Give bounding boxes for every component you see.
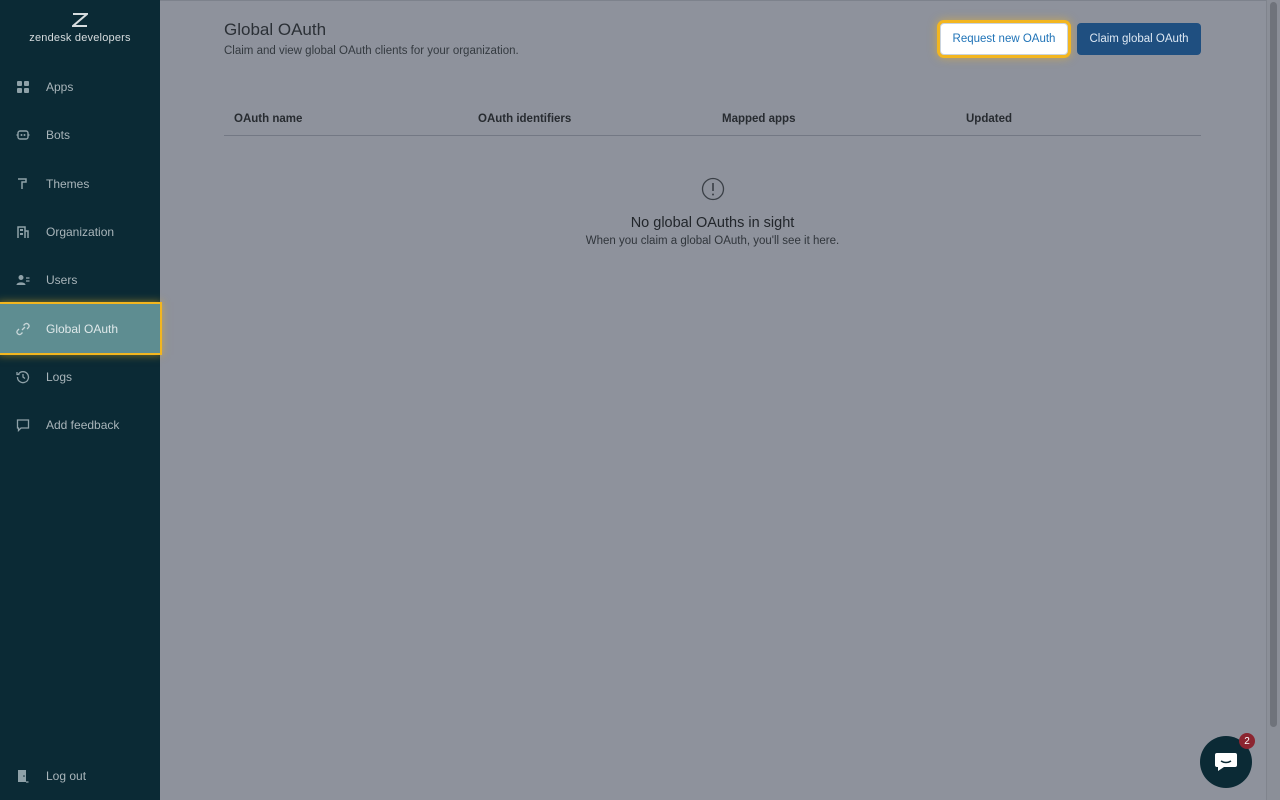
page-title: Global OAuth bbox=[224, 20, 327, 39]
column-header-oauth-name: OAuth name bbox=[234, 113, 303, 125]
sidebar-item-bots[interactable]: Bots bbox=[0, 111, 160, 159]
scrollbar-thumb[interactable] bbox=[1270, 2, 1277, 727]
chat-bubble-icon bbox=[1215, 753, 1237, 771]
sidebar: zendesk developers Apps Bots Themes Orga… bbox=[0, 0, 160, 800]
sidebar-item-label: Users bbox=[46, 273, 78, 288]
sidebar-item-themes[interactable]: Themes bbox=[0, 160, 160, 208]
sidebar-item-label: Apps bbox=[46, 80, 74, 95]
column-header-mapped-apps: Mapped apps bbox=[722, 113, 796, 125]
alert-circle-icon bbox=[701, 177, 724, 201]
empty-state-title: No global OAuths in sight bbox=[630, 215, 795, 231]
column-header-oauth-identifiers: OAuth identifiers bbox=[478, 113, 572, 125]
sidebar-nav: Apps Bots Themes Organization Users Glob… bbox=[0, 63, 160, 449]
column-header-updated: Updated bbox=[966, 113, 1012, 125]
page-subtitle: Claim and view global OAuth clients for … bbox=[224, 45, 519, 57]
brand[interactable]: zendesk developers bbox=[0, 13, 160, 44]
door-exit-icon bbox=[16, 769, 30, 783]
sidebar-item-add-feedback[interactable]: Add feedback bbox=[0, 401, 160, 449]
speech-bubble-icon bbox=[16, 418, 30, 433]
page-scrollbar[interactable] bbox=[1266, 0, 1280, 800]
request-new-oauth-button[interactable]: Request new OAuth bbox=[940, 23, 1068, 55]
building-icon bbox=[16, 225, 30, 239]
claim-global-oauth-button[interactable]: Claim global OAuth bbox=[1077, 23, 1201, 55]
sidebar-item-organization[interactable]: Organization bbox=[0, 208, 160, 256]
bot-icon bbox=[16, 128, 30, 142]
empty-state: No global OAuths in sight When you claim… bbox=[224, 177, 1201, 247]
sidebar-item-label: Global OAuth bbox=[46, 321, 119, 336]
sidebar-item-global-oauth[interactable]: Global OAuth bbox=[0, 304, 160, 353]
paint-roller-icon bbox=[16, 177, 30, 191]
sidebar-item-users[interactable]: Users bbox=[0, 256, 160, 304]
sidebar-item-label: Themes bbox=[46, 176, 90, 191]
logout-label: Log out bbox=[46, 769, 87, 783]
table-header: OAuth name OAuth identifiers Mapped apps… bbox=[224, 104, 1201, 136]
sidebar-item-label: Organization bbox=[46, 225, 115, 240]
users-icon bbox=[16, 273, 30, 287]
apps-grid-icon bbox=[16, 80, 30, 94]
sidebar-item-label: Add feedback bbox=[46, 418, 120, 433]
logout-button[interactable]: Log out bbox=[0, 752, 160, 800]
sidebar-item-apps[interactable]: Apps bbox=[0, 63, 160, 111]
sidebar-item-label: Logs bbox=[46, 369, 73, 384]
empty-state-message: When you claim a global OAuth, you'll se… bbox=[585, 235, 840, 247]
sidebar-item-logs[interactable]: Logs bbox=[0, 353, 160, 401]
unread-count-badge: 2 bbox=[1239, 733, 1255, 749]
history-icon bbox=[16, 370, 30, 384]
zendesk-logo-icon bbox=[72, 13, 88, 27]
main-content: Global OAuth Claim and view global OAuth… bbox=[160, 0, 1266, 800]
brand-name: zendesk developers bbox=[29, 32, 131, 44]
link-icon bbox=[16, 322, 30, 336]
sidebar-item-label: Bots bbox=[46, 128, 71, 143]
